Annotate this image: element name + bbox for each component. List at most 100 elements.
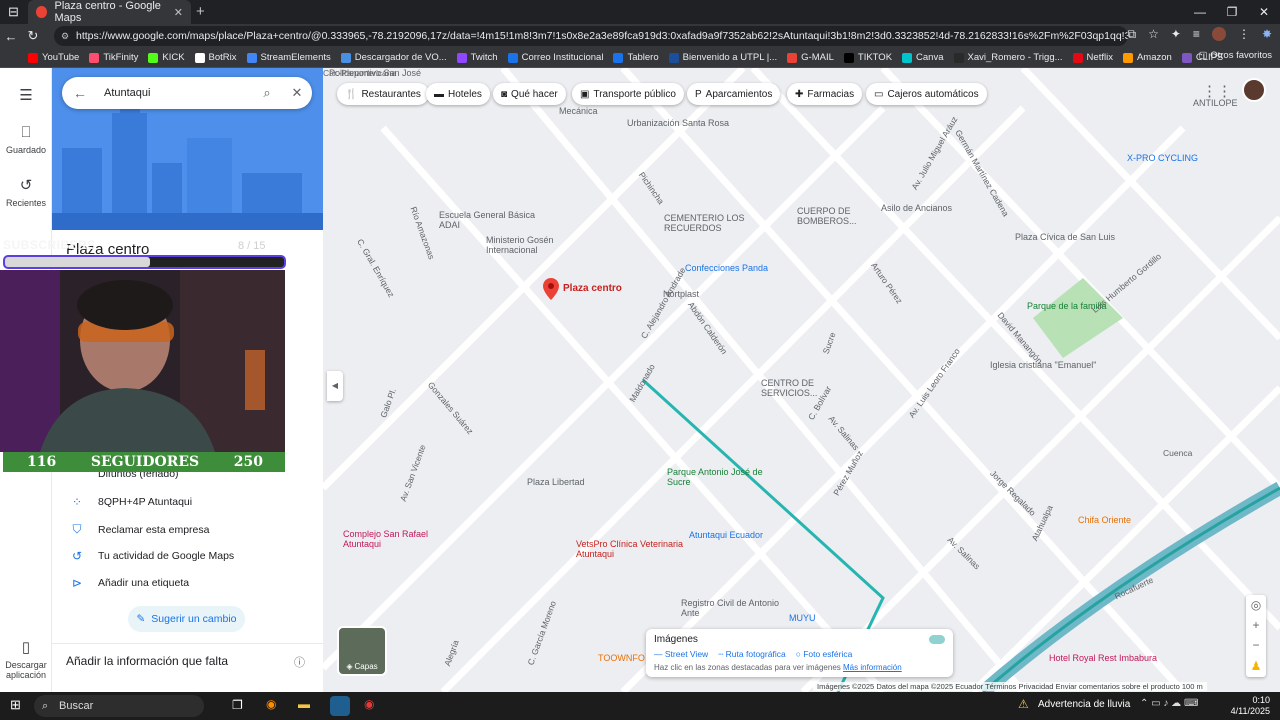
bookmark-item[interactable]: Canva (902, 52, 944, 63)
extensions-icon[interactable]: ✦ (1171, 27, 1181, 42)
back-icon[interactable]: ← (0, 29, 22, 44)
reload-icon[interactable]: ↻ (22, 28, 44, 44)
pegman-icon[interactable]: ♟ (1246, 655, 1266, 677)
obs-app-icon[interactable]: ◉ (364, 697, 374, 711)
bookmark-star-icon[interactable]: ☆ (1148, 27, 1159, 42)
file-explorer-icon[interactable]: ▬ (298, 697, 310, 711)
map-poi-label[interactable]: Confecciones Panda (685, 263, 768, 273)
my-location-icon[interactable]: ◎ (1246, 595, 1266, 615)
bookmark-item[interactable]: Tablero (613, 52, 659, 63)
map-poi-label[interactable]: Escuela General Básica ADAI (439, 210, 549, 230)
map-poi-label[interactable]: ANTILOPE (1193, 98, 1238, 108)
chip-qué-hacer[interactable]: ◙ Qué hacer (493, 83, 566, 105)
map-poi-label[interactable]: Hotel Royal Rest Imbabura (1049, 653, 1157, 663)
search-icon[interactable]: ⌕ (252, 85, 282, 101)
chip-aparcamientos[interactable]: P Aparcamientos (687, 83, 781, 105)
bookmark-item[interactable]: Descargador de VO... (340, 52, 447, 63)
bookmark-item[interactable]: Twitch (456, 52, 498, 63)
bookmark-item[interactable]: G-MAIL (787, 52, 834, 63)
chip-restaurantes[interactable]: 🍴 Restaurantes (337, 83, 429, 105)
task-view-icon[interactable]: ❐ (232, 698, 243, 712)
back-arrow-icon[interactable]: ← (62, 85, 98, 101)
maps-activity-row[interactable]: ↺ Tu actividad de Google Maps (66, 549, 234, 563)
bookmark-item[interactable]: KICK (148, 52, 185, 63)
zoom-out-button[interactable]: − (1246, 635, 1266, 655)
layers-button[interactable]: ◈ Capas (337, 626, 387, 676)
more-info-link[interactable]: Más información (843, 663, 902, 672)
chip-transporte-público[interactable]: ▣ Transporte público (572, 83, 684, 105)
menu-icon[interactable]: ⋮ (1238, 27, 1250, 42)
url-field[interactable]: ⚙ https://www.google.com/maps/place/Plaz… (54, 26, 1128, 46)
bookmark-item[interactable]: YouTube (28, 52, 79, 63)
map-poi-label[interactable]: Atuntaqui Ecuador (689, 530, 763, 540)
map-poi-label[interactable]: Chifa Oriente (1078, 515, 1131, 525)
gemini-icon[interactable]: ✸ (1262, 27, 1272, 42)
account-avatar[interactable] (1242, 78, 1266, 102)
map-poi-label[interactable]: Urbanización Santa Rosa (627, 118, 729, 128)
edge-app-icon[interactable] (330, 696, 350, 716)
chip-farmacias[interactable]: ✚ Farmacias (787, 83, 863, 105)
tab-search-icon[interactable]: ⊟ (8, 4, 19, 20)
profile-avatar[interactable] (1211, 27, 1226, 41)
clock[interactable]: 0:10 4/11/2025 (1231, 695, 1270, 717)
active-tab[interactable]: Plaza centro - Google Maps ✕ (28, 0, 191, 24)
other-favorites[interactable]: ▢ Otros favoritos (1199, 50, 1272, 61)
bookmark-item[interactable]: TIKTOK (843, 52, 892, 63)
bookmark-item[interactable]: Bienvenido a UTPL |... (668, 52, 777, 63)
chip-cajeros-automáticos[interactable]: ▭ Cajeros automáticos (866, 83, 987, 105)
map-poi-label[interactable]: TOOWNFO (598, 653, 645, 663)
bookmark-item[interactable]: StreamElements (246, 52, 331, 63)
claim-business-row[interactable]: ⛉ Reclamar esta empresa (66, 522, 209, 537)
recent-button[interactable]: ↺ Recientes (0, 176, 52, 208)
map-poi-label[interactable]: VetsPro Clínica Veterinaria Atuntaqui (576, 539, 686, 559)
place-pin[interactable] (543, 278, 559, 303)
suggest-edit-button[interactable]: ✎ Sugerir un cambio (128, 606, 245, 632)
map-poi-label[interactable]: Parque Antonio José de Sucre (667, 467, 777, 487)
zoom-in-button[interactable]: + (1246, 615, 1266, 635)
help-icon[interactable]: ⓘ (294, 654, 305, 670)
map-poi-label[interactable]: CENTRO DE SERVICIOS... (761, 378, 871, 398)
menu-button[interactable]: ☰ (0, 86, 52, 108)
bookmark-item[interactable]: Xavi_Romero - Trigg... (953, 52, 1063, 63)
map-canvas[interactable]: 🍴 Restaurantes ▬ Hoteles ◙ Qué hacer ▣ Transpor… (323, 68, 1280, 692)
search-input[interactable]: Atuntaqui (98, 87, 252, 99)
map-poi-label[interactable]: Iglesia cristiana "Emanuel" (990, 360, 1096, 370)
map-poi-label[interactable]: Complejo San Rafael Atuntaqui (343, 529, 453, 549)
bookmark-item[interactable]: BotRix (194, 52, 237, 63)
map-poi-label[interactable]: CEMENTERIO LOS RECUERDOS (664, 213, 774, 233)
bookmark-item[interactable]: Correo Institucional (507, 52, 603, 63)
imagery-toggle[interactable] (929, 635, 945, 644)
site-info-icon[interactable]: ⚙ (61, 26, 69, 46)
close-window-icon[interactable]: ✕ (1248, 0, 1280, 24)
bookmark-item[interactable]: Netflix (1072, 52, 1113, 63)
minimize-icon[interactable]: — (1184, 0, 1216, 24)
taskbar-search[interactable]: ⌕ Buscar (34, 695, 204, 717)
new-tab-icon[interactable]: + (196, 3, 205, 20)
saved-button[interactable]: ⎕ Guardado (0, 124, 52, 155)
clear-search-icon[interactable]: ✕ (282, 85, 312, 101)
map-poi-label[interactable]: Plaza Libertad (527, 477, 585, 487)
map-poi-label[interactable]: Mecánica (559, 106, 598, 116)
map-poi-label[interactable]: Asilo de Ancianos (881, 203, 952, 213)
download-app-button[interactable]: ▯ Descargar aplicación (0, 638, 52, 680)
map-poi-label[interactable]: MUYU (789, 613, 816, 623)
plus-code-row[interactable]: ⁘ 8QPH+4P Atuntaqui (66, 495, 192, 509)
reading-list-icon[interactable]: ≡ (1193, 27, 1200, 42)
restore-icon[interactable]: ❐ (1216, 0, 1248, 24)
add-label-row[interactable]: ⊳ Añadir una etiqueta (66, 576, 189, 590)
browser-app-icon[interactable]: ◉ (266, 697, 276, 711)
search-box[interactable]: ← Atuntaqui ⌕ ✕ (62, 77, 312, 109)
map-poi-label[interactable]: X-PRO CYCLING (1127, 153, 1198, 163)
windows-start-icon[interactable]: ⊞ (10, 697, 21, 713)
map-poi-label[interactable]: Ministerio Gosén Internacional (486, 235, 596, 255)
tray-icons[interactable]: ⌃ ▭ ♪ ☁ ⌨ (1140, 698, 1198, 709)
collapse-panel-button[interactable]: ◀ (327, 371, 343, 401)
bookmark-item[interactable]: TikFinity (89, 52, 138, 63)
map-poi-label[interactable]: Registro Civil de Antonio Ante (681, 598, 791, 618)
close-tab-icon[interactable]: ✕ (174, 6, 183, 19)
weather-widget[interactable]: Advertencia de lluvia (1038, 699, 1130, 710)
bookmark-item[interactable]: Amazon (1122, 52, 1172, 63)
chip-hoteles[interactable]: ▬ Hoteles (426, 83, 490, 105)
install-app-icon[interactable]: ⧉ (1128, 27, 1137, 42)
map-poi-label[interactable]: Plaza Cívica de San Luis (1015, 232, 1115, 242)
